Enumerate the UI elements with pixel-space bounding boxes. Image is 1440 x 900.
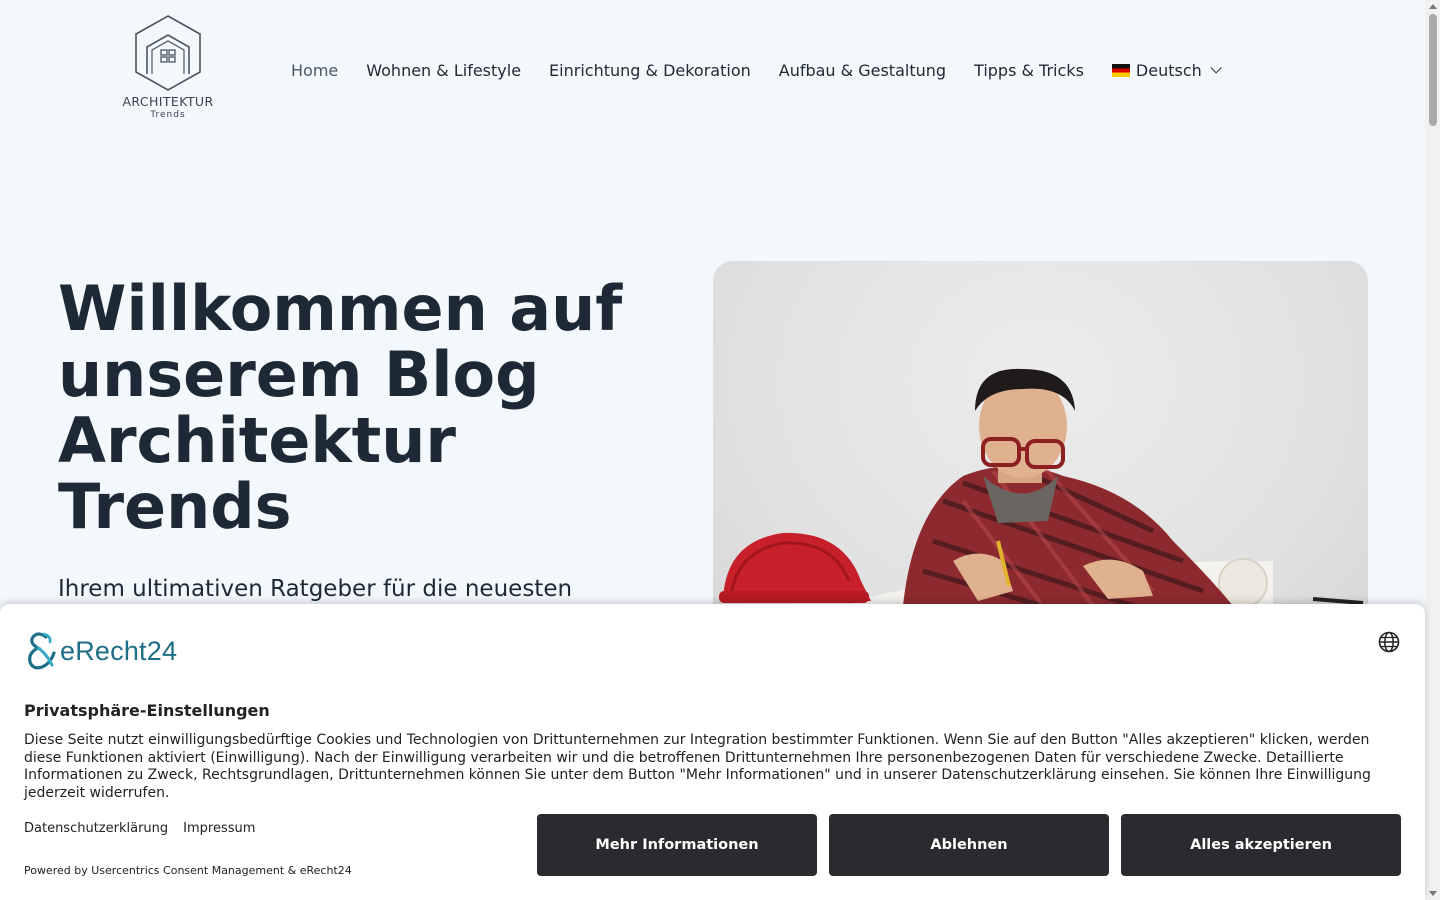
erecht24-logo: eRecht24: [24, 630, 177, 672]
accept-all-button[interactable]: Alles akzeptieren: [1121, 814, 1401, 876]
scroll-down-arrow-icon[interactable]: [1429, 891, 1437, 896]
consent-description: Diese Seite nutzt einwilligungsbedürftig…: [24, 732, 1371, 802]
deny-button[interactable]: Ablehnen: [829, 814, 1109, 876]
imprint-link[interactable]: Impressum: [183, 821, 255, 836]
page-scrollbar[interactable]: [1425, 0, 1440, 900]
hero-title: Willkommen auf unserem Blog Architektur …: [58, 272, 623, 543]
privacy-policy-link[interactable]: Datenschutzerklärung: [24, 821, 168, 836]
more-information-button[interactable]: Mehr Informationen: [537, 814, 817, 876]
nav-item-tipps-tricks[interactable]: Tipps & Tricks: [974, 61, 1084, 80]
nav-item-aufbau-gestaltung[interactable]: Aufbau & Gestaltung: [779, 61, 946, 80]
globe-language-icon[interactable]: [1378, 631, 1400, 653]
main-navigation: Home Wohnen & Lifestyle Einrichtung & De…: [291, 58, 1222, 82]
consent-links: Datenschutzerklärung Impressum: [24, 821, 270, 836]
hero-image-architect: [713, 261, 1368, 661]
logo-title: ARCHITEKTUR: [122, 94, 214, 109]
nav-item-einrichtung-dekoration[interactable]: Einrichtung & Dekoration: [549, 61, 751, 80]
hero-subtitle: Ihrem ultimativen Ratgeber für die neues…: [58, 576, 573, 602]
cookie-consent-banner: eRecht24 Privatsphäre-Einstellungen Dies…: [0, 604, 1425, 900]
consent-title: Privatsphäre-Einstellungen: [24, 701, 270, 720]
nav-item-home[interactable]: Home: [291, 61, 338, 80]
chevron-down-icon: [1210, 62, 1222, 74]
language-selector[interactable]: Deutsch: [1111, 60, 1222, 80]
house-hexagon-icon: [135, 15, 201, 91]
nav-item-wohnen-lifestyle[interactable]: Wohnen & Lifestyle: [366, 61, 521, 80]
language-label: Deutsch: [1135, 60, 1202, 80]
erecht24-brand-text: eRecht24: [60, 635, 178, 666]
german-flag-icon: [1111, 63, 1130, 77]
logo-subtitle: Trends: [150, 110, 186, 120]
scroll-up-arrow-icon[interactable]: [1429, 4, 1437, 9]
scrollbar-thumb[interactable]: [1429, 14, 1437, 126]
powered-by-text: Powered by Usercentrics Consent Manageme…: [24, 864, 352, 877]
site-logo[interactable]: ARCHITEKTUR Trends: [118, 14, 218, 126]
erecht24-ampersand-icon: [28, 632, 56, 670]
